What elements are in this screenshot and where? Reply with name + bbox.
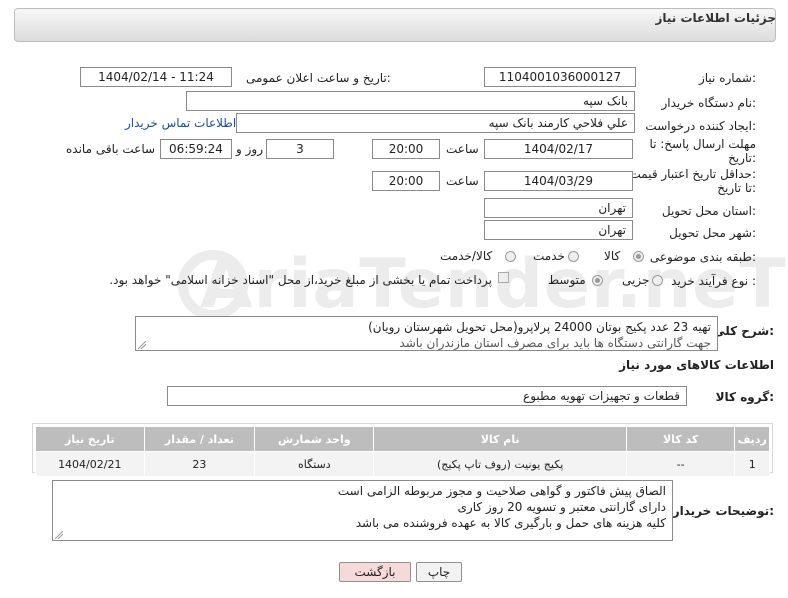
goods-section-title: اطلاعات کالاهای مورد نیاز <box>619 358 774 372</box>
price-time-field: 20:00 <box>372 171 440 191</box>
col-header-date: تاریخ نیاز <box>35 426 145 452</box>
cell-code: -- <box>625 451 736 477</box>
category-radio-goods[interactable] <box>633 251 644 262</box>
remaining-time-label: ساعت باقی مانده <box>66 142 156 156</box>
category-option-goods: کالا <box>604 249 621 263</box>
page-title: جزئیات اطلاعات نیاز <box>655 11 776 25</box>
buyer-org-field: بانک سپه <box>186 91 635 111</box>
category-radio-service[interactable] <box>568 251 579 262</box>
buyer-org-label: نام دستگاه خریدار: <box>661 96 757 110</box>
cell-quantity: 23 <box>143 451 256 477</box>
cell-unit: دستگاه <box>254 451 375 477</box>
process-label: نوع فرآیند خرید : <box>671 274 756 288</box>
price-validity-label-2: تا تاریخ: <box>717 181 756 195</box>
print-button[interactable]: چاپ <box>416 562 462 582</box>
announce-date-label: تاریخ و ساعت اعلان عمومی: <box>246 71 391 85</box>
price-date-field: 1404/03/29 <box>484 171 633 191</box>
buyer-notes-line-3: کلیه هزینه های حمل و بارگیری کالا به عهد… <box>355 516 666 530</box>
category-label: طبقه بندی موضوعی: <box>649 250 756 264</box>
need-number-field: 1104001036000127 <box>484 67 636 87</box>
reply-date-field: 1404/02/17 <box>484 139 633 159</box>
description-line-2: جهت گارانتی دستگاه ها باید برای مصرف است… <box>399 336 711 350</box>
process-option-minor: جزیی <box>622 273 650 287</box>
cell-date: 1404/02/21 <box>35 451 145 477</box>
treasury-note: پرداخت تمام یا بخشی از مبلغ خرید،از محل … <box>109 273 492 287</box>
back-button[interactable]: بازگشت <box>339 562 411 582</box>
reply-time-field: 20:00 <box>372 139 440 159</box>
table-header-row: ردیف کد کالا نام کالا واحد شمارش تعداد /… <box>35 426 770 452</box>
cell-row-number: 1 <box>734 451 770 477</box>
category-radio-goods-service[interactable] <box>505 251 516 262</box>
city-field: تهران <box>484 220 633 240</box>
reply-deadline-label-2: تاریخ: <box>728 151 756 165</box>
items-table-container: ردیف کد کالا نام کالا واحد شمارش تعداد /… <box>32 423 773 477</box>
description-textarea[interactable]: تهیه 23 عدد پکیج بوتان 24000 پرلاپرو(محل… <box>135 316 718 351</box>
need-number-label: شماره نیاز: <box>698 71 756 85</box>
remaining-time-field: 06:59:24 <box>160 139 232 159</box>
reply-time-label: ساعت <box>446 142 479 156</box>
announce-date-field: 1404/02/14 - 11:24 <box>80 67 232 87</box>
city-label: شهر محل تحویل: <box>669 226 756 240</box>
items-table: ردیف کد کالا نام کالا واحد شمارش تعداد /… <box>35 426 770 477</box>
goods-group-label: گروه کالا: <box>715 390 774 404</box>
creator-field: علي فلاحي کارمند بانک سپه <box>236 113 635 133</box>
process-option-medium: متوسط <box>548 273 586 287</box>
price-time-label: ساعت <box>446 174 479 188</box>
cell-name: پکیج یونیت (روف تاپ پکیج) <box>373 451 627 477</box>
resize-handle-icon[interactable] <box>138 341 146 349</box>
treasury-checkbox[interactable] <box>498 272 509 283</box>
table-row: 1 -- پکیج یونیت (روف تاپ پکیج) دستگاه 23… <box>35 451 770 477</box>
buyer-contact-link[interactable]: اطلاعات تماس خریدار <box>125 116 236 130</box>
goods-group-field: قطعات و تجهیزات تهویه مطبوع <box>167 386 687 406</box>
col-header-row-number: ردیف <box>734 426 770 452</box>
price-validity-label: حداقل تاریخ اعتبار قیمت: <box>629 167 756 181</box>
buyer-notes-line-1: الصاق پیش فاکتور و گواهی صلاحیت و مجوز م… <box>337 484 666 498</box>
category-option-goods-service: کالا/خدمت <box>440 249 493 263</box>
col-header-quantity: تعداد / مقدار <box>143 426 256 452</box>
days-label: روز و <box>236 142 263 156</box>
province-label: استان محل تحویل: <box>661 204 756 218</box>
resize-handle-icon[interactable] <box>55 531 63 539</box>
process-radio-minor[interactable] <box>652 275 663 286</box>
reply-deadline-label: مهلت ارسال پاسخ: تا <box>649 137 756 151</box>
description-line-1: تهیه 23 عدد پکیج بوتان 24000 پرلاپرو(محل… <box>368 320 711 334</box>
col-header-unit: واحد شمارش <box>254 426 375 452</box>
col-header-name: نام کالا <box>373 426 627 452</box>
province-field: تهران <box>484 198 633 218</box>
creator-label: ایجاد کننده درخواست: <box>645 119 756 133</box>
buyer-notes-line-2: دارای گارانتی معتبر و تسویه 20 روز کاری <box>457 500 666 514</box>
days-remaining-field: 3 <box>266 139 334 159</box>
buyer-notes-label: توضیحات خریدار: <box>672 504 774 518</box>
col-header-code: کد کالا <box>625 426 736 452</box>
process-radio-medium[interactable] <box>592 275 603 286</box>
buyer-notes-textarea[interactable]: الصاق پیش فاکتور و گواهی صلاحیت و مجوز م… <box>52 480 673 541</box>
category-option-service: خدمت <box>533 249 565 263</box>
